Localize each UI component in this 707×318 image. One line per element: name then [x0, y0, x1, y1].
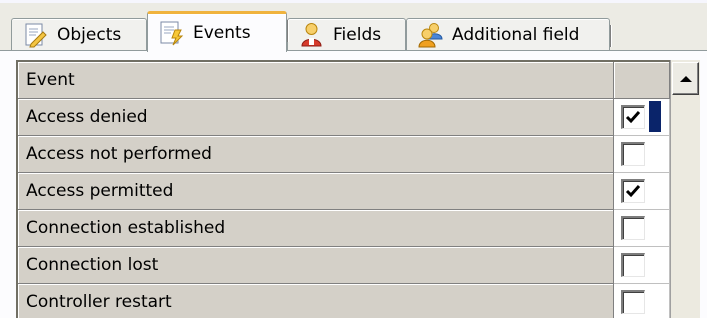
event-checkbox[interactable] — [621, 179, 645, 203]
tab-strip: Objects Events Fields Additional field — [0, 8, 707, 52]
event-check-cell[interactable] — [614, 247, 670, 284]
event-name-cell[interactable]: Connection lost — [18, 247, 614, 284]
scroll-up-button[interactable] — [672, 62, 699, 95]
event-checkbox[interactable] — [621, 105, 645, 129]
event-name-cell[interactable]: Access permitted — [18, 173, 614, 210]
event-check-cell[interactable] — [614, 173, 670, 210]
event-name-cell[interactable]: Controller restart — [18, 284, 614, 318]
vertical-scrollbar[interactable] — [670, 60, 700, 318]
event-check-cell[interactable] — [614, 99, 670, 136]
tab-additional-field-label: Additional field — [452, 25, 580, 45]
objects-icon — [25, 23, 47, 48]
tab-objects[interactable]: Objects — [11, 18, 149, 51]
check-column-header[interactable] — [614, 62, 670, 99]
tab-objects-label: Objects — [57, 25, 122, 45]
event-name-cell[interactable]: Access denied — [18, 99, 614, 136]
events-grid: Event Access denied Access not performed… — [16, 60, 670, 318]
tab-additional-field[interactable]: Additional field — [406, 18, 612, 51]
event-name-cell[interactable]: Connection established — [18, 210, 614, 247]
tab-separator — [287, 20, 289, 42]
tab-fields[interactable]: Fields — [287, 18, 408, 51]
arrow-up-icon — [679, 75, 692, 82]
fields-icon — [301, 23, 322, 47]
event-checkbox[interactable] — [621, 142, 645, 166]
window-top-edge — [0, 0, 707, 3]
tab-fields-label: Fields — [333, 25, 382, 45]
events-icon — [160, 21, 184, 46]
additional-field-icon — [418, 23, 443, 48]
event-check-cell[interactable] — [614, 210, 670, 247]
event-check-cell[interactable] — [614, 136, 670, 173]
table-row[interactable]: Connection established — [18, 210, 670, 247]
table-row[interactable]: Controller restart — [18, 284, 670, 318]
event-checkbox[interactable] — [621, 290, 645, 314]
event-checkbox[interactable] — [621, 216, 645, 240]
events-panel: Event Access denied Access not performed… — [0, 50, 707, 318]
table-row[interactable]: Access denied — [18, 99, 670, 136]
tab-events[interactable]: Events — [147, 11, 289, 52]
grid-header-row: Event — [18, 62, 670, 99]
checkmark-icon — [625, 185, 641, 198]
row-focus-marker — [649, 101, 661, 132]
tab-events-label: Events — [193, 23, 251, 43]
event-column-header[interactable]: Event — [18, 62, 614, 99]
event-name-cell[interactable]: Access not performed — [18, 136, 614, 173]
table-row[interactable]: Access permitted — [18, 173, 670, 210]
table-row[interactable]: Connection lost — [18, 247, 670, 284]
checkmark-icon — [625, 111, 641, 124]
tab-separator — [610, 25, 612, 47]
event-checkbox[interactable] — [621, 253, 645, 277]
event-check-cell[interactable] — [614, 284, 670, 318]
table-row[interactable]: Access not performed — [18, 136, 670, 173]
